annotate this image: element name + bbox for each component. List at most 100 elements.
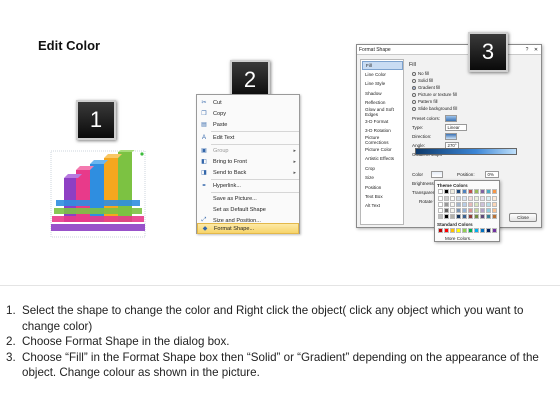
nav-item-crop[interactable]: Crop [362, 164, 403, 173]
menu-item-hyperlink[interactable]: ⚭ Hyperlink... [197, 180, 299, 191]
color-swatch[interactable] [492, 196, 497, 201]
color-swatch[interactable] [450, 228, 455, 233]
nav-item-artistic-effects[interactable]: Artistic Effects [362, 155, 403, 164]
color-swatch[interactable] [480, 208, 485, 213]
color-swatch[interactable] [438, 196, 443, 201]
radio-pattern-fill[interactable]: Pattern fill [412, 99, 438, 104]
color-swatch[interactable] [438, 214, 443, 219]
color-swatch[interactable] [468, 208, 473, 213]
stop-position-input[interactable]: 0% [485, 171, 499, 178]
color-swatch[interactable] [474, 189, 479, 194]
color-swatch[interactable] [474, 208, 479, 213]
color-swatch[interactable] [456, 208, 461, 213]
color-swatch[interactable] [486, 196, 491, 201]
color-swatch[interactable] [480, 214, 485, 219]
color-swatch[interactable] [444, 196, 449, 201]
color-swatch[interactable] [444, 208, 449, 213]
color-swatch[interactable] [468, 196, 473, 201]
menu-item-copy[interactable]: ❐ Copy [197, 108, 299, 119]
menu-item-save-as-picture[interactable]: Save as Picture... [197, 193, 299, 204]
color-swatch[interactable] [456, 228, 461, 233]
color-swatch[interactable] [450, 214, 455, 219]
close-button[interactable]: Close [509, 213, 537, 222]
menu-item-bring-to-front[interactable]: ◧ Bring to Front ▸ [197, 156, 299, 167]
color-swatch[interactable] [444, 214, 449, 219]
color-swatch[interactable] [456, 214, 461, 219]
nav-item-picture-color[interactable]: Picture Color [362, 145, 403, 154]
nav-item-alt-text[interactable]: Alt Text [362, 202, 403, 211]
color-swatch[interactable] [462, 214, 467, 219]
color-swatch[interactable] [438, 228, 443, 233]
color-swatch[interactable] [486, 208, 491, 213]
color-swatch[interactable] [474, 196, 479, 201]
color-swatch[interactable] [444, 228, 449, 233]
color-swatch[interactable] [462, 202, 467, 207]
nav-item-3d-format[interactable]: 3-D Format [362, 117, 403, 126]
color-swatch[interactable] [462, 196, 467, 201]
color-swatch[interactable] [480, 196, 485, 201]
color-swatch[interactable] [444, 189, 449, 194]
nav-item-picture-corrections[interactable]: Picture Corrections [362, 135, 403, 145]
color-swatch[interactable] [480, 189, 485, 194]
more-colors-link[interactable]: More Colors... [445, 236, 474, 241]
color-swatch[interactable] [462, 189, 467, 194]
color-swatch[interactable] [492, 202, 497, 207]
color-swatch[interactable] [456, 189, 461, 194]
color-swatch[interactable] [492, 228, 497, 233]
color-swatch[interactable] [450, 196, 455, 201]
menu-item-edit-text[interactable]: A Edit Text [197, 132, 299, 143]
menu-item-send-to-back[interactable]: ◨ Send to Back ▸ [197, 167, 299, 178]
nav-item-shadow[interactable]: Shadow [362, 89, 403, 98]
color-swatch[interactable] [450, 202, 455, 207]
color-swatch[interactable] [486, 214, 491, 219]
nav-item-position[interactable]: Position [362, 183, 403, 192]
nav-item-fill[interactable]: Fill [362, 61, 403, 70]
nav-item-line-color[interactable]: Line Color [362, 70, 403, 79]
color-swatch[interactable] [474, 228, 479, 233]
stop-color-dropdown[interactable] [431, 171, 443, 178]
color-swatch[interactable] [486, 228, 491, 233]
close-icon[interactable]: ✕ [532, 46, 540, 53]
direction-dropdown[interactable] [445, 133, 457, 140]
color-swatch[interactable] [462, 208, 467, 213]
radio-gradient-fill[interactable]: Gradient fill [412, 85, 440, 90]
menu-item-format-shape[interactable]: ◆ Format Shape... [197, 223, 299, 234]
menu-item-paste[interactable]: ▤ Paste [197, 119, 299, 130]
color-swatch[interactable] [438, 202, 443, 207]
color-swatch[interactable] [492, 208, 497, 213]
color-swatch[interactable] [450, 189, 455, 194]
color-swatch[interactable] [486, 202, 491, 207]
color-swatch[interactable] [444, 202, 449, 207]
nav-item-reflection[interactable]: Reflection [362, 98, 403, 107]
type-select[interactable]: Linear [445, 124, 467, 131]
radio-picture-fill[interactable]: Picture or texture fill [412, 92, 457, 97]
radio-no-fill[interactable]: No fill [412, 71, 429, 76]
gradient-stops-bar[interactable] [415, 148, 517, 155]
help-icon[interactable]: ? [523, 46, 531, 53]
nav-item-3d-rotation[interactable]: 3-D Rotation [362, 126, 403, 135]
menu-item-group[interactable]: ▣ Group ▸ [197, 145, 299, 156]
color-swatch[interactable] [438, 208, 443, 213]
color-swatch[interactable] [468, 228, 473, 233]
nav-item-text-box[interactable]: Text Box [362, 192, 403, 201]
color-swatch[interactable] [474, 202, 479, 207]
stacked-bar-shape[interactable] [50, 150, 146, 238]
color-swatch[interactable] [468, 189, 473, 194]
color-swatch[interactable] [450, 208, 455, 213]
nav-item-glow[interactable]: Glow and Soft Edges [362, 107, 403, 117]
menu-item-cut[interactable]: ✂ Cut [197, 97, 299, 108]
nav-item-size[interactable]: Size [362, 173, 403, 182]
color-swatch[interactable] [486, 189, 491, 194]
color-swatch[interactable] [480, 202, 485, 207]
radio-solid-fill[interactable]: Solid fill [412, 78, 433, 83]
preset-colors-dropdown[interactable] [445, 115, 457, 122]
color-swatch[interactable] [456, 196, 461, 201]
radio-slide-background-fill[interactable]: Slide background fill [412, 106, 457, 111]
menu-item-set-default-shape[interactable]: Set as Default Shape [197, 204, 299, 215]
color-swatch[interactable] [492, 214, 497, 219]
color-swatch[interactable] [468, 214, 473, 219]
color-swatch[interactable] [492, 189, 497, 194]
color-swatch[interactable] [438, 189, 443, 194]
color-swatch[interactable] [468, 202, 473, 207]
color-swatch[interactable] [456, 202, 461, 207]
